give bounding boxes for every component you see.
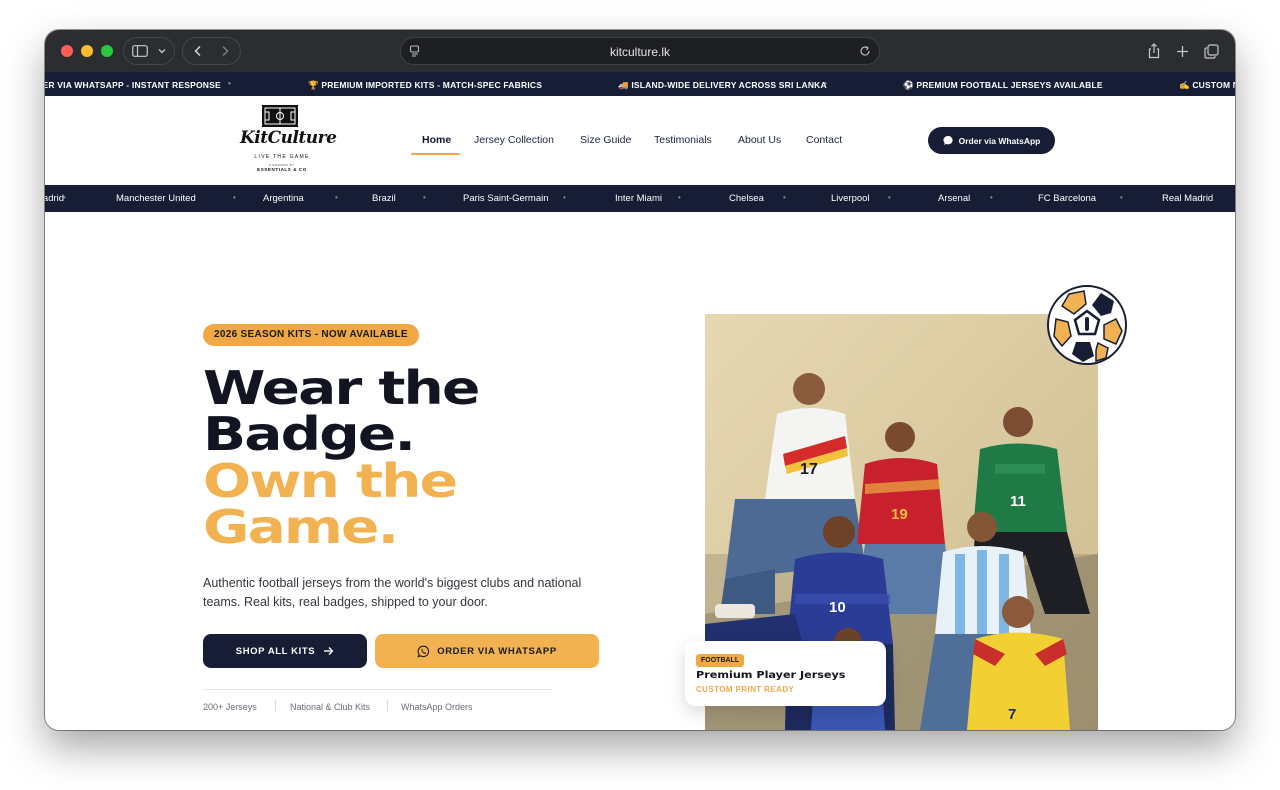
feature-caption-card[interactable]: FOOTBALL Premium Player Jerseys CUSTOM P… — [685, 641, 886, 706]
stat-separator — [275, 700, 276, 712]
close-window-button[interactable] — [61, 45, 73, 57]
ticker-dot: • — [824, 79, 828, 88]
history-nav — [182, 37, 241, 65]
football-icon — [1047, 285, 1127, 365]
ticker-dot: • — [1099, 79, 1103, 88]
chevron-down-icon — [158, 49, 165, 54]
announcement-item: 🏆 PREMIUM IMPORTED KITS - MATCH-SPEC FAB… — [308, 80, 543, 90]
url-text: kitculture.lk — [609, 45, 671, 59]
jersey-number: 10 — [829, 599, 846, 616]
nav-jersey-collection[interactable]: Jersey Collection — [474, 134, 554, 146]
jersey-number: 7 — [1008, 706, 1016, 723]
nav-home[interactable]: Home — [422, 134, 451, 146]
address-bar[interactable]: kitculture.lk — [400, 37, 880, 65]
back-arrow-icon[interactable] — [192, 45, 204, 57]
team-item[interactable]: Manchester United — [116, 193, 196, 204]
site-logo[interactable]: KitCulture LIVE THE GAME POWERED BY ESSE… — [240, 105, 337, 177]
nav-testimonials[interactable]: Testimonials — [654, 134, 712, 146]
tab-overview-button[interactable] — [1197, 37, 1225, 65]
pitch-logo-icon — [262, 105, 298, 127]
whatsapp-icon — [417, 645, 430, 657]
jersey-number: 19 — [891, 506, 908, 523]
order-whatsapp-header-button[interactable]: Order via WhatsApp — [928, 127, 1055, 154]
sidebar-toggle-button[interactable] — [123, 37, 175, 65]
plus-icon — [1176, 45, 1188, 57]
team-item[interactable]: Brazil — [372, 193, 396, 204]
new-tab-button[interactable] — [1168, 37, 1196, 65]
team-item[interactable]: Liverpool — [831, 193, 870, 204]
headline-line-2: Badge. — [203, 407, 416, 461]
stat-kits: National & Club Kits — [290, 702, 371, 712]
ticker-dot: • — [335, 193, 338, 202]
sidebar-icon — [131, 45, 148, 57]
browser-window: kitculture.lk ORDER VIA WHATSAPP - INSTA… — [45, 30, 1235, 730]
ticker-dot: • — [888, 193, 891, 202]
shop-all-kits-label: SHOP ALL KITS — [235, 645, 316, 657]
stat-jerseys: 200+ Jerseys — [203, 702, 257, 712]
team-item[interactable]: Argentina — [263, 193, 304, 204]
announcement-item: ORDER VIA WHATSAPP - INSTANT RESPONSE — [45, 80, 221, 90]
chat-bubble-icon — [943, 135, 953, 145]
jersey-number: 11 — [1010, 493, 1026, 510]
ticker-dot: • — [990, 193, 993, 202]
teams-ticker: Madrid • Manchester United • Argentina •… — [45, 185, 1235, 212]
season-badge: 2026 SEASON KITS - NOW AVAILABLE — [203, 324, 419, 346]
ticker-dot: • — [537, 79, 541, 88]
order-whatsapp-header-label: Order via WhatsApp — [958, 135, 1041, 146]
ticker-dot: • — [233, 193, 236, 202]
feature-title: Premium Player Jerseys — [696, 670, 846, 681]
stats-divider — [203, 689, 552, 690]
team-item[interactable]: FC Barcelona — [1038, 193, 1096, 204]
hero-description: Authentic football jerseys from the worl… — [203, 576, 582, 609]
logo-wordmark: KitCulture — [240, 128, 337, 148]
team-item[interactable]: Chelsea — [729, 193, 764, 204]
logo-company: ESSENTIALS & CO — [257, 167, 307, 172]
ticker-dot: • — [228, 79, 232, 88]
ticker-dot: • — [678, 193, 681, 202]
minimize-window-button[interactable] — [81, 45, 93, 57]
stat-whatsapp: WhatsApp Orders — [401, 702, 473, 712]
nav-contact[interactable]: Contact — [806, 134, 842, 146]
category-tag: FOOTBALL — [696, 654, 745, 667]
hero-section: 2026 SEASON KITS - NOW AVAILABLE Wear th… — [45, 212, 1235, 730]
announcement-item: ⚽ PREMIUM FOOTBALL JERSEYS AVAILABLE — [903, 80, 1103, 90]
arrow-right-icon — [324, 647, 334, 655]
share-icon — [1148, 43, 1160, 59]
headline-line-3: Own the — [203, 454, 458, 508]
nav-size-guide[interactable]: Size Guide — [580, 134, 631, 146]
announcement-ticker: ORDER VIA WHATSAPP - INSTANT RESPONSE • … — [45, 72, 1235, 96]
shop-all-kits-button[interactable]: SHOP ALL KITS — [203, 634, 367, 668]
nav-about-us[interactable]: About Us — [738, 134, 781, 146]
announcement-item: ✍ CUSTOM NAME — [1179, 80, 1235, 90]
share-button[interactable] — [1140, 37, 1168, 65]
forward-arrow-icon[interactable] — [219, 45, 231, 57]
team-item[interactable]: Real Madrid — [1162, 193, 1213, 204]
order-whatsapp-hero-button[interactable]: ORDER VIA WHATSAPP — [375, 634, 599, 668]
headline-line-1: Wear the — [203, 361, 480, 415]
team-item[interactable]: Arsenal — [938, 193, 970, 204]
order-whatsapp-hero-label: ORDER VIA WHATSAPP — [437, 645, 557, 657]
browser-toolbar: kitculture.lk — [45, 30, 1235, 72]
reload-icon[interactable] — [859, 45, 871, 57]
ticker-dot: • — [783, 193, 786, 202]
screenshot-stage: kitculture.lk ORDER VIA WHATSAPP - INSTA… — [0, 0, 1280, 790]
ticker-dot: • — [423, 193, 426, 202]
tabs-icon — [1203, 43, 1219, 59]
announcement-item: 🚚 ISLAND-WIDE DELIVERY ACROSS SRI LANKA — [618, 80, 827, 90]
stat-separator — [387, 700, 388, 712]
team-item[interactable]: Madrid — [45, 193, 64, 204]
ticker-dot: • — [563, 193, 566, 202]
window-controls — [61, 45, 113, 57]
nav-active-indicator — [411, 153, 460, 155]
logo-tagline: LIVE THE GAME — [254, 154, 310, 160]
feature-subtitle: CUSTOM PRINT READY — [696, 685, 795, 694]
team-item[interactable]: Inter Miami — [615, 193, 662, 204]
ticker-dot: • — [63, 193, 66, 202]
site-header: KitCulture LIVE THE GAME POWERED BY ESSE… — [45, 96, 1235, 185]
zoom-window-button[interactable] — [101, 45, 113, 57]
headline-line-4: Game. — [203, 500, 399, 554]
team-item[interactable]: Paris Saint-Germain — [463, 193, 549, 204]
jersey-number: 17 — [800, 461, 818, 478]
ticker-dot: • — [1120, 193, 1123, 202]
